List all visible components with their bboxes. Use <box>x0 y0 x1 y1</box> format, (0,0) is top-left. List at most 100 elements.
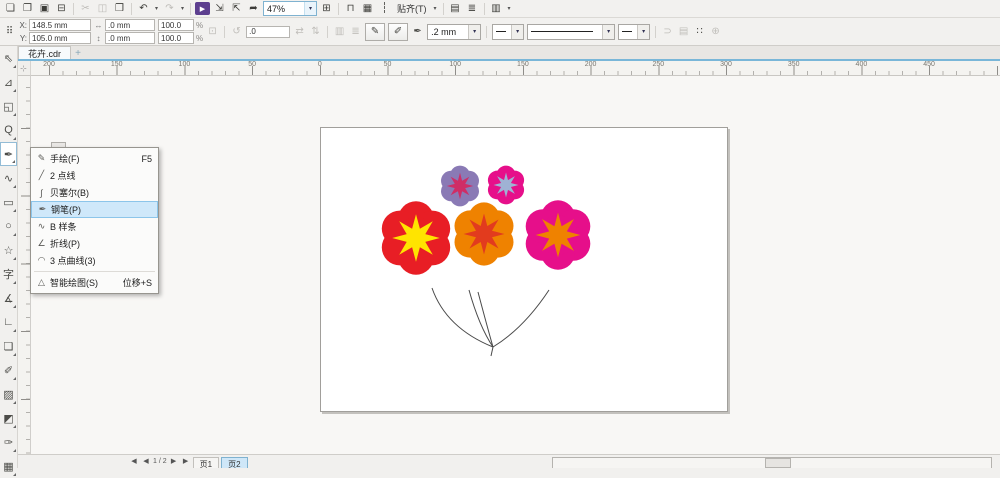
fill-tool[interactable]: ◩ <box>0 406 17 430</box>
chevron-down-icon[interactable]: ▾ <box>506 5 513 12</box>
print-icon[interactable]: ⊟ <box>54 2 69 16</box>
import-icon[interactable]: ⇲ <box>212 2 227 16</box>
chevron-down-icon[interactable]: ▾ <box>468 25 480 39</box>
show-rulers-icon[interactable]: ⊓ <box>343 2 358 16</box>
chevron-down-icon[interactable]: ▾ <box>432 5 439 12</box>
export-icon[interactable]: ⇱ <box>229 2 244 16</box>
copy-icon: ◫ <box>95 2 110 16</box>
menu-item-b-spline[interactable]: ∿B 样条 <box>31 218 158 235</box>
page-canvas[interactable] <box>320 127 728 412</box>
page-tab[interactable]: 页1 <box>193 457 219 468</box>
snap-to-button[interactable]: 贴齐(T) <box>394 2 430 16</box>
text-wrap-icon: ▤ <box>677 25 690 39</box>
document-tab[interactable]: 花卉.cdr <box>18 46 71 59</box>
arrow-end-select[interactable]: ▾ <box>618 24 650 40</box>
last-page-button[interactable]: ▶ <box>181 457 191 465</box>
outline-pen-tool[interactable]: ✑ <box>0 430 17 454</box>
save-icon[interactable]: ▣ <box>37 2 52 16</box>
y-label: Y: <box>19 34 27 43</box>
menu-item-3-point-curve[interactable]: ◠3 点曲线(3) <box>31 252 158 269</box>
table-tool[interactable]: ▦ <box>0 454 17 478</box>
rotation-angle-field[interactable]: .0 <box>246 26 290 38</box>
polygon-tool[interactable]: ☆ <box>0 238 17 262</box>
y-position-field[interactable]: 105.0 mm <box>29 32 91 44</box>
polyline-icon: ∠ <box>33 238 50 249</box>
chevron-down-icon[interactable]: ▾ <box>304 2 316 15</box>
convert-to-curve-button[interactable]: ✐ <box>388 23 408 41</box>
options-icon[interactable]: ▤ <box>448 2 463 16</box>
rectangle-tool[interactable]: ▭ <box>0 190 17 214</box>
chevron-down-icon[interactable]: ▾ <box>511 25 523 39</box>
text-tool[interactable]: 字 <box>0 262 17 286</box>
menu-item-smart-drawing[interactable]: △智能绘图(S)位移+S <box>31 274 158 291</box>
arrow-start-select[interactable]: ▾ <box>492 24 524 40</box>
crop-tool[interactable]: ◱ <box>0 94 17 118</box>
first-page-button[interactable]: ◀ <box>129 457 139 465</box>
eyedropper-tool[interactable]: ✐ <box>0 358 17 382</box>
horizontal-scrollbar[interactable] <box>552 457 992 468</box>
page-indicator: 1 / 2 <box>153 458 167 465</box>
previous-page-button[interactable]: ◀ <box>141 457 151 465</box>
next-page-button[interactable]: ▶ <box>169 457 179 465</box>
zoom-level-select[interactable]: 47%▾ <box>263 1 317 16</box>
open-icon[interactable]: ❐ <box>20 2 35 16</box>
monitor-icon[interactable]: ▥ <box>489 2 504 16</box>
show-grid-icon[interactable]: ▦ <box>360 2 375 16</box>
ruler-origin-button[interactable]: ⊹ <box>17 61 31 76</box>
chevron-down-icon[interactable]: ▾ <box>602 25 614 39</box>
connector-tool[interactable]: ∟ <box>0 310 17 334</box>
crosshatch-icon[interactable]: ∷ <box>693 25 706 39</box>
page-tab[interactable]: 页2 <box>221 457 247 468</box>
chevron-down-icon[interactable]: ▾ <box>637 25 649 39</box>
new-document-icon[interactable]: ❏ <box>3 2 18 16</box>
menu-item-pen[interactable]: ✒钢笔(P) <box>31 201 158 218</box>
drawing-workspace[interactable] <box>30 76 1000 455</box>
full-screen-preview-icon[interactable]: ⊞ <box>319 2 334 16</box>
interactive-effects-tool[interactable]: ❏ <box>0 334 17 358</box>
pick-tool[interactable]: ⇖ <box>0 46 17 70</box>
menu-item-bezier[interactable]: ∫贝塞尔(B) <box>31 184 158 201</box>
new-tab-button[interactable]: + <box>71 48 85 59</box>
scale-h-field[interactable]: 100.0 <box>158 19 194 31</box>
view-manager-icon[interactable]: ≣ <box>465 2 480 16</box>
ruler-tick-label: 400 <box>856 61 868 68</box>
object-width-field[interactable]: .0 mm <box>105 19 155 31</box>
artistic-media-tool[interactable]: ∿ <box>0 166 17 190</box>
interactive-fill-tool[interactable]: ▨ <box>0 382 17 406</box>
menu-item-freehand[interactable]: ✎手绘(F)F5 <box>31 150 158 167</box>
graph-paper-icon: ▥ <box>333 25 346 39</box>
vertical-ruler[interactable] <box>17 76 31 455</box>
position-grid-icon: ⠿ <box>3 25 16 39</box>
object-position-group: X:148.5 mm Y:105.0 mm <box>19 19 91 44</box>
undo-icon[interactable]: ↶ <box>136 2 151 16</box>
scrollbar-thumb[interactable] <box>765 458 791 468</box>
menu-item-polyline[interactable]: ∠折线(P) <box>31 235 158 252</box>
property-bar: ⠿ X:148.5 mm Y:105.0 mm ↔.0 mm ↕.0 mm 10… <box>0 18 1000 46</box>
freehand-icon: ✎ <box>33 153 50 164</box>
object-height-field[interactable]: .0 mm <box>105 32 155 44</box>
publish-pdf-icon[interactable]: ➦ <box>246 2 261 16</box>
shape-tool[interactable]: ⊿ <box>0 70 17 94</box>
outline-width-select[interactable]: .2 mm ▾ <box>427 24 481 40</box>
flower-drawing <box>321 128 727 411</box>
horizontal-ruler[interactable]: 20015010050050100150200250300350400450 <box>30 61 1000 76</box>
ellipse-tool[interactable]: ○ <box>0 214 17 238</box>
zoom-tool[interactable]: Q <box>0 118 17 142</box>
menu-item-label: 2 点线 <box>50 169 152 182</box>
chevron-down-icon[interactable]: ▾ <box>153 5 160 12</box>
menu-item-shortcut: F5 <box>141 154 154 164</box>
scale-v-field[interactable]: 100.0 <box>158 32 194 44</box>
cut-icon: ✂ <box>78 2 93 16</box>
ruler-tick-label: 200 <box>585 61 597 68</box>
menu-item-2-point-line[interactable]: ╱2 点线 <box>31 167 158 184</box>
show-guidelines-icon[interactable]: ┆ <box>377 2 392 16</box>
smooth-curve-button[interactable]: ✎ <box>365 23 385 41</box>
paste-icon[interactable]: ❒ <box>112 2 127 16</box>
dimension-tool[interactable]: ∡ <box>0 286 17 310</box>
chevron-down-icon[interactable]: ▾ <box>179 5 186 12</box>
toolbar-separator <box>443 3 444 15</box>
x-position-field[interactable]: 148.5 mm <box>29 19 91 31</box>
curve-tool[interactable]: ✒ <box>0 142 17 166</box>
application-launcher-icon[interactable]: ▶ <box>195 2 210 15</box>
line-style-select[interactable]: ▾ <box>527 24 615 40</box>
